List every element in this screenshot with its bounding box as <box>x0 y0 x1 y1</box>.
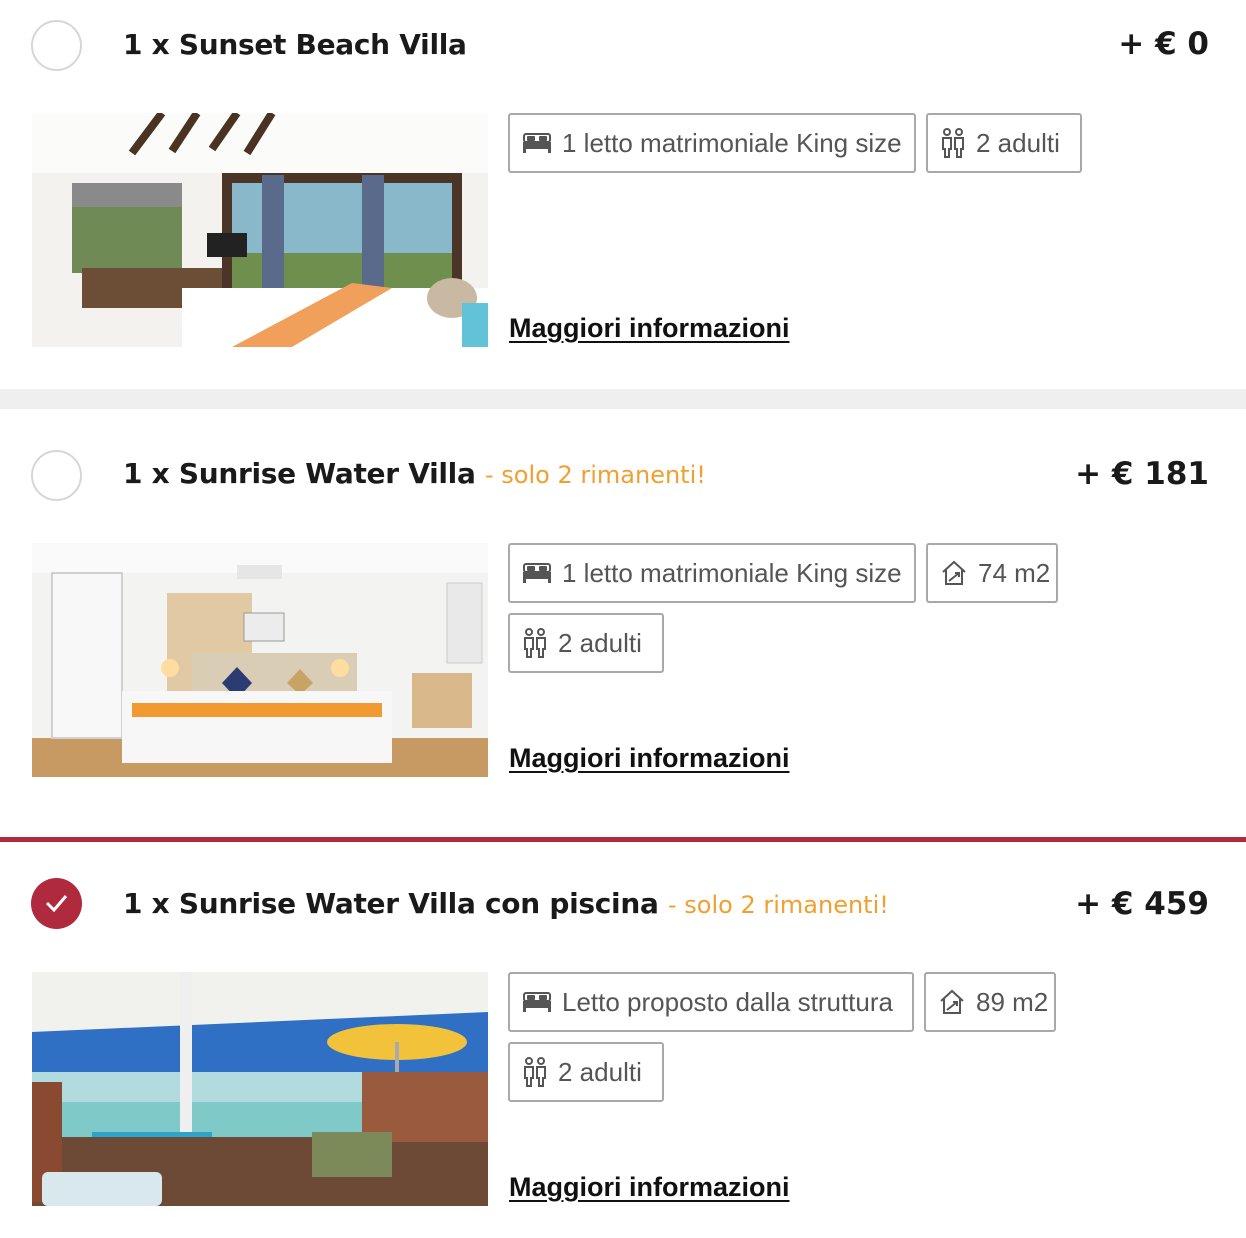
area-icon <box>938 988 966 1016</box>
bed-icon <box>522 562 552 584</box>
feature-bed: Letto proposto dalla struttura <box>508 972 914 1032</box>
feature-bed: 1 letto matrimoniale King size <box>508 113 916 173</box>
room-option-sunset-beach-villa: 1 x Sunset Beach Villa + € 0 1 letto mat… <box>0 0 1246 389</box>
guests-icon <box>522 1057 548 1087</box>
more-info-link[interactable]: Maggiori informazioni <box>509 743 790 774</box>
room-title: 1 x Sunrise Water Villa con piscina - so… <box>123 887 889 920</box>
feature-label: Letto proposto dalla struttura <box>562 986 893 1017</box>
feature-area: 89 m2 <box>924 972 1056 1032</box>
room-title: 1 x Sunset Beach Villa <box>123 28 467 61</box>
guests-icon <box>940 128 966 158</box>
more-info-link[interactable]: Maggiori informazioni <box>509 1172 790 1203</box>
more-info-link[interactable]: Maggiori informazioni <box>509 313 790 344</box>
feature-guests: 2 adulti <box>508 613 664 673</box>
feature-bed: 1 letto matrimoniale King size <box>508 543 916 603</box>
room-photo <box>32 972 488 1206</box>
feature-label: 1 letto matrimoniale King size <box>562 557 902 588</box>
feature-label: 89 m2 <box>976 986 1049 1017</box>
feature-label: 2 adulti <box>558 627 642 658</box>
room-select-radio[interactable] <box>31 20 82 71</box>
room-photo <box>32 543 488 777</box>
feature-label: 2 adulti <box>976 127 1060 158</box>
room-price: + € 459 <box>1075 886 1209 922</box>
bed-icon <box>522 132 552 154</box>
room-price: + € 0 <box>1118 26 1209 62</box>
guests-icon <box>522 628 548 658</box>
feature-area: 74 m2 <box>926 543 1058 603</box>
room-select-radio[interactable] <box>31 450 82 501</box>
room-price: + € 181 <box>1075 456 1209 492</box>
room-photo <box>32 113 488 347</box>
room-title: 1 x Sunrise Water Villa - solo 2 rimanen… <box>123 457 706 490</box>
feature-guests: 2 adulti <box>508 1042 664 1102</box>
bed-icon <box>522 991 552 1013</box>
area-icon <box>940 559 968 587</box>
checkmark-icon <box>45 895 68 913</box>
feature-label: 2 adulti <box>558 1056 642 1087</box>
feature-guests: 2 adulti <box>926 113 1082 173</box>
room-option-sunrise-water-villa-pool: 1 x Sunrise Water Villa con piscina - so… <box>0 837 1246 1238</box>
feature-label: 1 letto matrimoniale King size <box>562 127 902 158</box>
room-select-radio[interactable] <box>31 878 82 929</box>
feature-label: 74 m2 <box>978 557 1051 588</box>
availability-note: - solo 2 rimanenti! <box>485 461 706 489</box>
room-option-sunrise-water-villa: 1 x Sunrise Water Villa - solo 2 rimanen… <box>0 409 1246 837</box>
section-divider <box>0 389 1246 409</box>
availability-note: - solo 2 rimanenti! <box>668 891 889 919</box>
